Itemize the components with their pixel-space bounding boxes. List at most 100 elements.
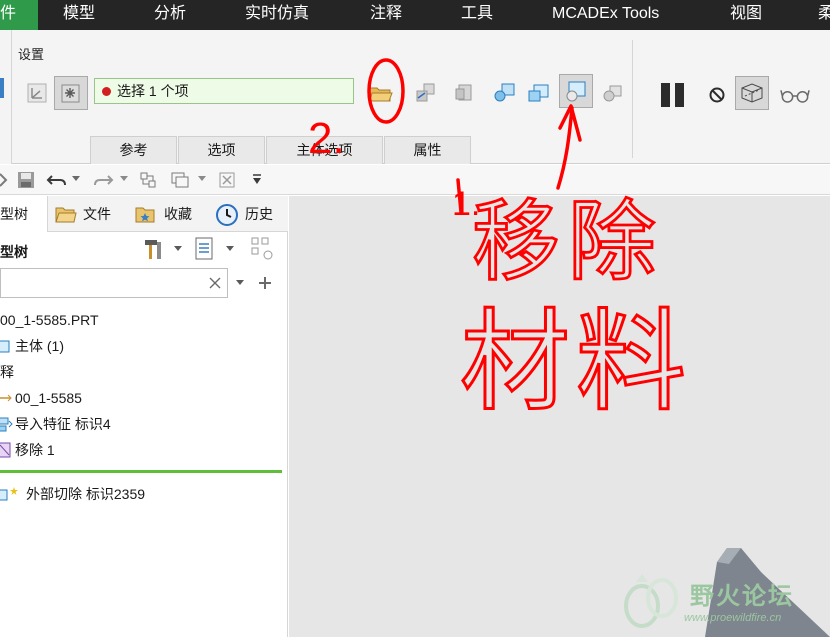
verify-preview-button[interactable] — [780, 80, 810, 110]
clear-icon[interactable] — [209, 277, 221, 289]
tree-item-part-label: 00_1-5585.PRT — [0, 312, 99, 328]
tab-references[interactable]: 参考 — [90, 136, 177, 164]
add-body-button[interactable] — [450, 78, 480, 108]
feature-preview-icon — [741, 83, 763, 103]
merge-body-button[interactable] — [490, 78, 520, 108]
customize-toolbar-icon[interactable] — [252, 173, 262, 187]
tab-properties[interactable]: 属性 — [384, 136, 471, 164]
open-folder-button[interactable] — [366, 78, 396, 108]
chevron-down-icon[interactable] — [226, 246, 234, 252]
regenerate-manager-icon[interactable] — [138, 170, 158, 190]
no-preview-icon — [709, 87, 725, 103]
remove-material-icon — [566, 81, 586, 102]
quick-access-toolbar — [0, 165, 830, 195]
regenerate-icon[interactable] — [0, 171, 8, 189]
chevron-down-icon[interactable] — [198, 176, 206, 182]
menu-annotate[interactable]: 注释 — [370, 0, 402, 30]
add-icon[interactable] — [258, 276, 272, 290]
tab-history[interactable]: 历史 — [245, 196, 273, 232]
menu-view[interactable]: 视图 — [730, 0, 762, 30]
selection-collector[interactable]: 选择 1 个项 — [94, 78, 354, 104]
windows-icon[interactable] — [170, 170, 190, 190]
folder-icon — [55, 207, 77, 223]
cut-body-button[interactable] — [524, 78, 554, 108]
pause-button[interactable] — [658, 80, 688, 110]
tree-item-part[interactable]: 00_1-5585.PRT — [0, 309, 99, 331]
ribbon-left-edge — [0, 30, 12, 164]
navigator-panel: 模型树 文件 收藏 历史 型树 00_1-5585.PRT 主体 (1) 注释 … — [0, 196, 288, 637]
model-tree-title: 型树 — [0, 244, 28, 260]
menu-analysis[interactable]: 分析 — [154, 0, 186, 30]
menu-live-simulation[interactable]: 实时仿真 — [245, 0, 309, 30]
chevron-down-icon[interactable] — [174, 246, 182, 252]
tree-item-coordinate-system-label: 00_1-5585 — [15, 390, 82, 406]
insert-here-indicator[interactable] — [0, 470, 282, 473]
menu-analysis-label: 分析 — [154, 5, 187, 22]
flip-button[interactable] — [410, 78, 440, 108]
tree-columns-icon[interactable] — [250, 236, 276, 262]
tree-item-extrude-cut-label: 外部切除 标识2359 — [26, 486, 146, 502]
no-preview-button[interactable] — [702, 80, 732, 110]
forum-logo-icon — [624, 574, 678, 628]
watermark-text: 野火论坛 — [690, 583, 794, 610]
cut-body-icon — [528, 84, 549, 102]
tree-item-annotations-label: 注释 — [0, 364, 14, 380]
body-select-button[interactable] — [54, 76, 88, 110]
forum-watermark: 野火论坛 www.proewildfire.cn — [618, 570, 828, 632]
body-select-icon — [61, 84, 80, 103]
menu-file[interactable]: 件 — [0, 0, 38, 30]
undo-icon[interactable] — [46, 171, 68, 189]
merge-body-icon — [494, 83, 515, 102]
tab-favorites[interactable]: 收藏 — [164, 196, 192, 232]
menu-tools-label: 工具 — [461, 5, 494, 22]
settings-group-title: 设置 — [18, 47, 45, 62]
menu-view-label: 视图 — [730, 5, 763, 22]
selection-collector-text: 选择 1 个项 — [117, 83, 189, 99]
remove-material-button[interactable] — [559, 74, 593, 108]
save-icon[interactable] — [16, 170, 36, 190]
selection-status-dot — [102, 87, 111, 96]
favorites-icon — [135, 207, 155, 223]
menu-mcadex-tools[interactable]: MCADEx Tools — [552, 0, 659, 30]
feature-preview-button[interactable] — [735, 76, 769, 110]
ribbon-separator — [632, 40, 633, 158]
menu-mcadex-tools-label: MCADEx Tools — [552, 5, 660, 22]
menu-flexible[interactable]: 柔 — [818, 0, 830, 30]
tree-item-import-feature-label: 导入特征 标识4 — [15, 416, 111, 432]
glasses-icon — [780, 90, 810, 103]
show-list-icon[interactable] — [194, 236, 216, 262]
chevron-down-icon[interactable] — [72, 176, 80, 182]
close-window-icon[interactable] — [218, 171, 236, 189]
flip-icon — [416, 83, 435, 102]
menu-model[interactable]: 模型 — [63, 0, 95, 30]
tab-file-browser[interactable]: 文件 — [83, 196, 111, 232]
menu-tools[interactable]: 工具 — [461, 0, 493, 30]
redo-icon[interactable] — [92, 171, 114, 189]
menu-flexible-label: 柔 — [818, 5, 830, 22]
folder-open-icon — [369, 87, 393, 102]
menu-annotate-label: 注释 — [370, 5, 403, 22]
tab-options[interactable]: 选项 — [178, 136, 265, 164]
history-icon — [216, 204, 238, 226]
tab-model-tree-label: 模型树 — [0, 206, 28, 222]
tree-item-body-label: 主体 (1) — [15, 338, 64, 354]
coordinate-system-icon — [0, 394, 12, 402]
tree-settings-icon[interactable] — [142, 236, 166, 262]
tab-model-tree[interactable]: 模型树 — [0, 196, 48, 232]
chevron-down-icon[interactable] — [236, 280, 244, 286]
extrude-cut-icon — [0, 487, 18, 501]
intersect-button[interactable] — [598, 78, 628, 108]
tree-search-input[interactable] — [0, 268, 228, 298]
tree-item-remove-label: 移除 1 — [15, 442, 55, 458]
menu-bar: 件 模型 分析 实时仿真 注释 工具 MCADEx Tools 视图 柔 — [0, 0, 830, 30]
pause-icon — [661, 83, 684, 107]
add-body-icon — [455, 84, 472, 101]
navigator-tabs: 模型树 文件 收藏 历史 — [0, 196, 288, 232]
coord-system-icon — [27, 83, 47, 103]
ribbon: 设置 选择 1 个项 参考 选项 主体选项 属性 — [0, 30, 830, 164]
chevron-down-icon[interactable] — [120, 176, 128, 182]
body-icon — [0, 340, 10, 353]
menu-file-label: 件 — [0, 5, 17, 22]
tab-body-options[interactable]: 主体选项 — [266, 136, 383, 164]
coord-system-button[interactable] — [22, 78, 52, 108]
